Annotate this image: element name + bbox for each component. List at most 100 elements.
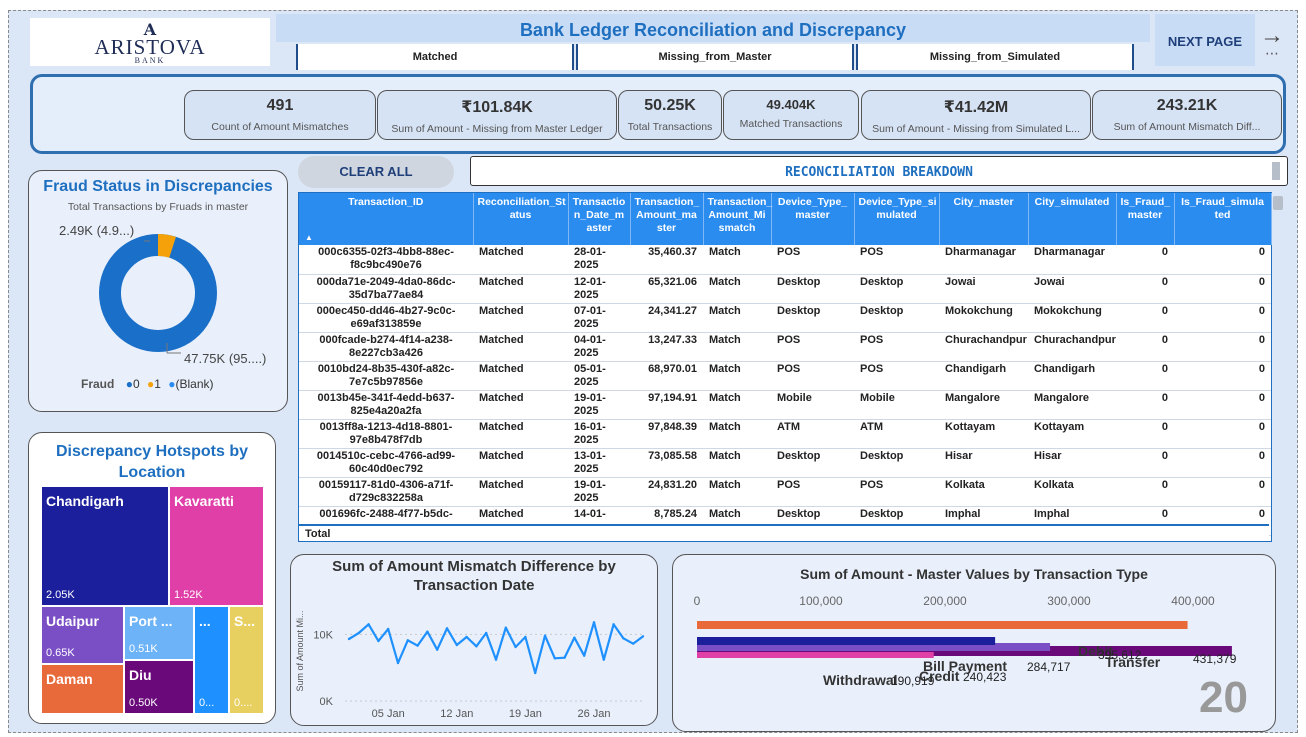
column-header[interactable]: Transaction_ID [299,193,474,245]
treemap-tile-kavaratti[interactable]: Kavaratti 1.52K [170,487,263,605]
data-point[interactable] [406,639,409,642]
column-header[interactable]: City_simulated [1028,193,1117,245]
table-row[interactable]: 0010bd24-8b35-430f-a82c-7e7c5b97856e Matc… [299,361,1271,391]
table-cell: Match [703,448,771,478]
data-point[interactable] [494,658,498,661]
more-options-icon[interactable]: ⋯ [1265,45,1280,62]
data-point[interactable] [357,631,360,635]
column-header[interactable]: Transaction_ Amount_ma ster [630,193,704,245]
y-tick-label: 0K [320,696,334,708]
data-point[interactable] [563,656,566,659]
data-point[interactable] [543,634,547,637]
next-page-button[interactable]: NEXT PAGE [1155,14,1255,66]
data-point[interactable] [465,635,468,639]
clear-all-button[interactable]: CLEAR ALL [298,156,454,188]
treemap-tile-chandigarh[interactable]: Chandigarh 2.05K [42,487,168,605]
data-point[interactable] [426,630,429,633]
table-row[interactable]: 000ec450-dd46-4b27-9c0c-e69af313859e Matc… [299,303,1271,333]
table-cell: 000ec450-dd46-4b27-9c0c-e69af313859e [299,303,473,333]
data-point[interactable] [514,645,517,649]
column-header[interactable]: Transaction_ Amount_Mi smatch [703,193,772,245]
sort-ascending-icon[interactable]: ▲ [305,233,313,242]
data-point[interactable] [396,661,400,665]
tab-missing-from-master[interactable]: Missing_from_Master [576,44,854,70]
data-point[interactable] [367,623,370,626]
table-scrollbar[interactable] [1273,196,1283,210]
column-header[interactable]: Is_Fraud_simula ted [1174,193,1272,245]
table-cell: 0 [1116,361,1174,391]
treemap-tile-udaipur[interactable]: Udaipur 0.65K [42,607,123,663]
table-row[interactable]: 0013ff8a-1213-4d18-8801-97e8b478f7db Matc… [299,419,1271,449]
column-header[interactable]: Device_Type_si mulated [854,193,940,245]
kpi-card-total-transactions: 50.25K Total Transactions [618,90,722,140]
data-point[interactable] [622,637,625,640]
table-cell: POS [854,245,939,275]
data-point[interactable] [455,643,458,647]
table-row[interactable]: 000c6355-02f3-4bb8-88ec-f8c9bc490e76 Matc… [299,245,1271,275]
column-header[interactable]: Device_Type_ master [771,193,855,245]
data-point[interactable] [534,671,537,675]
kpi-label: Count of Amount Mismatches [211,121,349,133]
table-cell: 07-01-2025 [568,303,630,333]
table-cell: Desktop [854,274,939,304]
data-point[interactable] [387,627,390,631]
table-cell: 68,970.01 [630,361,703,391]
data-point[interactable] [573,636,576,639]
y-axis-label: Sum of Amount Mi... [295,610,305,691]
fraud-legend: Fraud ●0 ●1 ●(Blank) [81,377,214,391]
data-point[interactable] [416,644,419,647]
data-point[interactable] [602,658,605,661]
table-cell: Mobile [854,390,939,420]
donut-slice-1[interactable] [157,234,176,258]
column-header[interactable]: Transactio n_Date_m aster [568,193,631,245]
table-row[interactable]: 0014510c-cebc-4766-ad99-60c40d0ec792 Matc… [299,448,1271,478]
treemap-tile-diu[interactable]: Diu 0.50K [125,661,193,713]
data-point[interactable] [592,621,596,624]
data-point[interactable] [583,654,586,657]
data-point[interactable] [445,627,449,630]
table-cell: 16-01-2025 [568,419,630,449]
legend-item[interactable]: (Blank) [176,377,214,391]
treemap-tile-daman[interactable]: Daman [42,665,123,713]
x-tick-label: 0 [694,594,701,608]
table-row[interactable]: 000da71e-2049-4da0-86dc-35d7ba77ae84 Matc… [299,274,1271,304]
x-tick-label: 19 Jan [509,708,542,720]
table-row[interactable]: 0013b45e-341f-4edd-b637-825e4a20a2fa Matc… [299,390,1271,420]
data-point[interactable] [475,645,478,648]
data-point[interactable] [504,626,507,629]
tab-matched[interactable]: Matched [296,44,574,70]
data-point[interactable] [612,623,615,626]
data-point[interactable] [347,637,351,641]
table-cell: Match [703,303,771,333]
table-row[interactable]: 00159117-81d0-4306-a71f-d729c832258a Matc… [299,477,1271,507]
legend-item[interactable]: 0 [133,377,140,391]
data-point[interactable] [377,639,380,643]
table-row[interactable]: 000fcade-b274-4f14-a238-8e227cb3a426 Matc… [299,332,1271,362]
bar-debit[interactable] [697,621,1188,629]
data-point[interactable] [641,635,645,638]
column-header[interactable]: Reconciliation_St atus [473,193,569,245]
data-point[interactable] [524,635,527,639]
treemap-tile-port[interactable]: Port ... 0.51K [125,607,193,659]
column-header[interactable]: City_master [939,193,1029,245]
kpi-value: ₹41.42M [943,99,1009,116]
treemap-tile-other-2[interactable]: S... 0.... [230,607,263,713]
kpi-card-matched: 49.404K Matched Transactions [723,90,859,140]
title-scrollbar[interactable] [1272,162,1280,180]
donut-label-fraud: 2.49K (4.9...) [59,223,135,238]
donut-slice-0[interactable] [99,234,217,352]
data-point[interactable] [553,657,556,660]
data-point[interactable] [436,648,439,651]
column-header[interactable]: Is_Fraud_ master [1116,193,1175,245]
table-cell: 0 [1116,332,1174,362]
kpi-label: Sum of Amount - Missing from Simulated L… [872,123,1080,135]
table-cell: Dharmanagar [1028,245,1116,275]
data-point[interactable] [632,642,635,645]
data-point[interactable] [485,631,488,635]
treemap-tile-other-1[interactable]: ... 0... [195,607,228,713]
series-line[interactable] [348,621,644,675]
bar-credit[interactable] [697,637,996,645]
bar-withdrawal[interactable] [697,652,934,658]
tab-missing-from-simulated[interactable]: Missing_from_Simulated [856,44,1134,70]
legend-item[interactable]: 1 [154,377,161,391]
